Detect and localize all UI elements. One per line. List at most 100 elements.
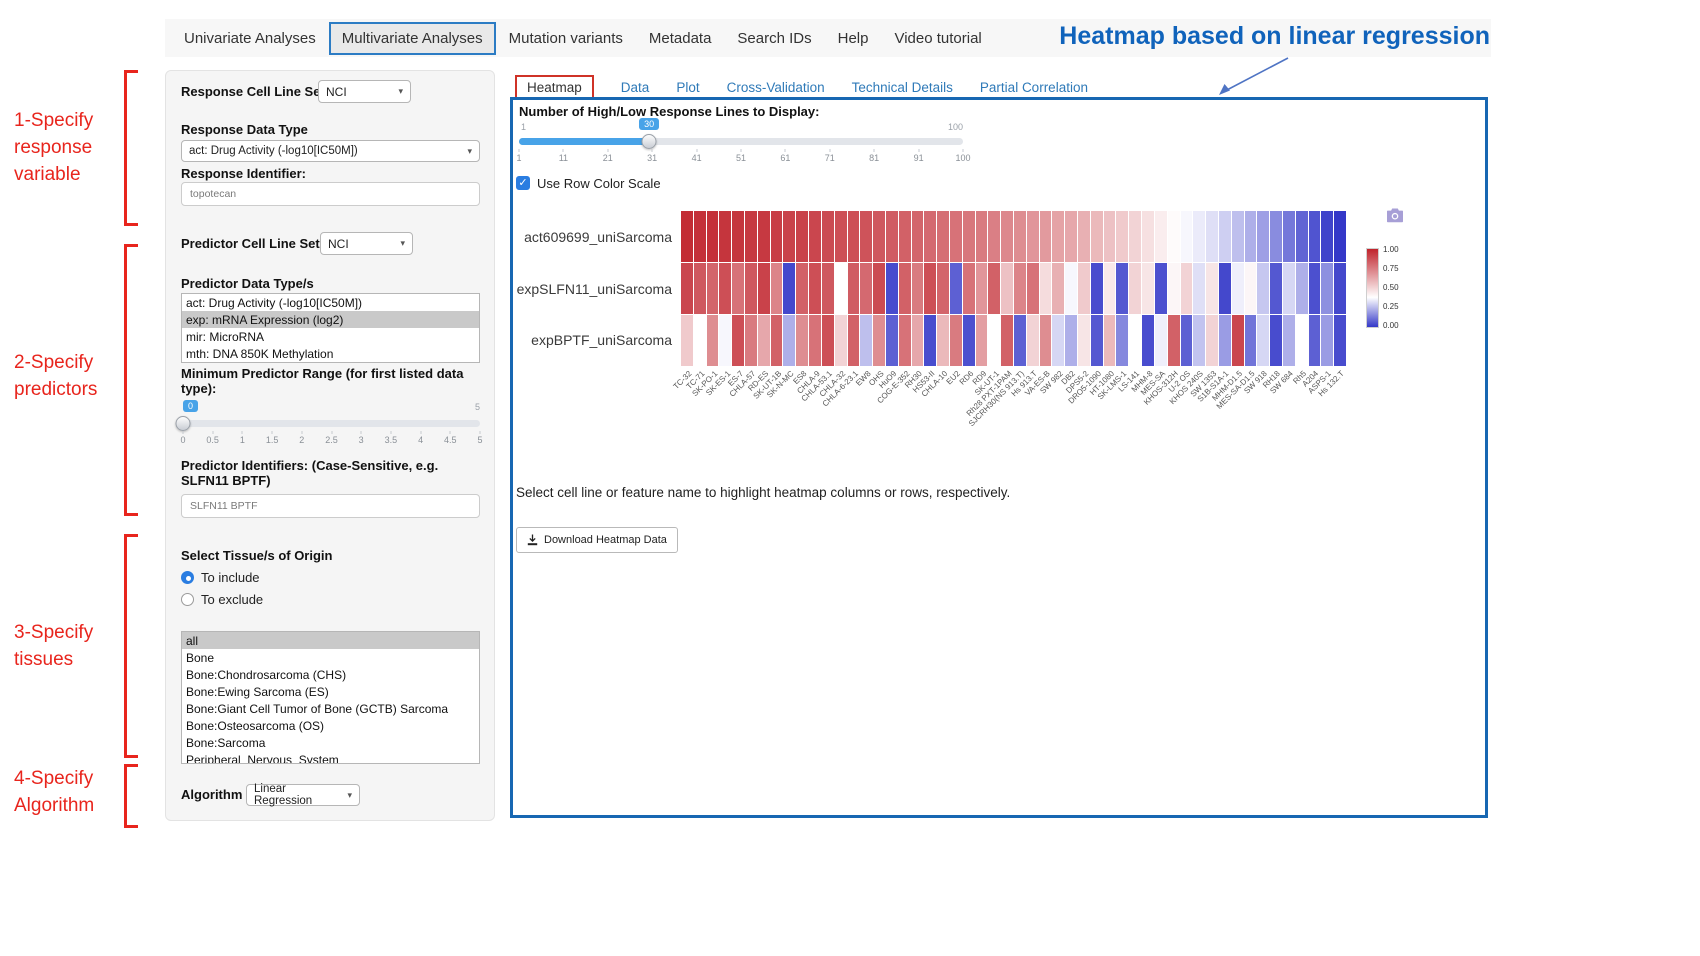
heatmap-cell	[1181, 315, 1193, 366]
heatmap-cell	[783, 211, 795, 262]
slider-tick-label: 21	[603, 153, 613, 163]
predictor-identifiers-label: Predictor Identifiers: (Case-Sensitive, …	[181, 458, 481, 488]
predictor-identifiers-input[interactable]	[181, 494, 480, 518]
listbox-option[interactable]: Bone:Osteosarcoma (OS)	[182, 717, 479, 734]
heatmap-cell	[1193, 211, 1205, 262]
heatmap-cell	[873, 315, 885, 366]
nav-item[interactable]: Mutation variants	[496, 21, 636, 56]
heatmap-cell	[950, 211, 962, 262]
heatmap-cell	[1309, 263, 1321, 314]
tab-technical-details[interactable]: Technical Details	[852, 80, 953, 95]
annotation-bracket-1	[124, 70, 138, 226]
heatmap-cell	[1091, 263, 1103, 314]
camera-icon[interactable]	[1386, 208, 1404, 223]
slider-tick-label: 1.5	[266, 435, 279, 445]
heatmap-cell	[1116, 315, 1128, 366]
heatmap-cell	[1040, 263, 1052, 314]
heatmap-cell	[694, 211, 706, 262]
listbox-option[interactable]: Bone:Sarcoma	[182, 734, 479, 751]
predictor-data-type-listbox[interactable]: act: Drug Activity (-log10[IC50M])exp: m…	[181, 293, 480, 363]
slider-tick-label: 81	[869, 153, 879, 163]
nav-item[interactable]: Univariate Analyses	[171, 21, 329, 56]
min-predictor-range-label: Minimum Predictor Range (for first liste…	[181, 366, 481, 396]
algorithm-select[interactable]: Linear Regression ▾	[246, 784, 360, 806]
heatmap-row-label[interactable]: expSLFN11_uniSarcoma	[517, 281, 672, 297]
slider-tick-mark	[331, 431, 332, 434]
heatmap-cell	[860, 211, 872, 262]
tab-plot[interactable]: Plot	[676, 80, 699, 95]
tissue-listbox[interactable]: allBoneBone:Chondrosarcoma (CHS)Bone:Ewi…	[181, 631, 480, 764]
heatmap-cell	[758, 315, 770, 366]
annotation-bracket-2	[124, 244, 138, 516]
heatmap-cell	[1257, 211, 1269, 262]
heatmap-cell	[1270, 263, 1282, 314]
nav-item[interactable]: Video tutorial	[881, 21, 994, 56]
heatmap-cell	[937, 315, 949, 366]
tab-partial-correlation[interactable]: Partial Correlation	[980, 80, 1088, 95]
colorbar-tick: 0.00	[1383, 321, 1399, 330]
heatmap-col-labels: TC-32TC-71SK-PO-1SK-ES-1ES-7CHLA-57RD-ES…	[681, 369, 1346, 469]
heatmap-cell	[835, 315, 847, 366]
slider-handle[interactable]	[176, 416, 191, 431]
annotation-step-3: 3-Specify tissues	[14, 620, 93, 674]
listbox-option[interactable]: mir: MicroRNA	[182, 328, 479, 345]
nav-item[interactable]: Metadata	[636, 21, 725, 56]
listbox-option[interactable]: Bone	[182, 649, 479, 666]
heatmap-cell	[1283, 211, 1295, 262]
heatmap-row-label[interactable]: expBPTF_uniSarcoma	[531, 332, 672, 348]
heatmap-cell	[950, 263, 962, 314]
slider-tick-mark	[607, 149, 608, 152]
chevron-down-icon: ▾	[400, 238, 405, 249]
heatmap-cell	[1321, 315, 1333, 366]
nav-item[interactable]: Search IDs	[724, 21, 824, 56]
tab-data[interactable]: Data	[621, 80, 650, 95]
heatmap-cell	[719, 263, 731, 314]
annotation-step-2: 2-Specify predictors	[14, 350, 97, 404]
heatmap-cell	[1219, 211, 1231, 262]
nav-item[interactable]: Help	[825, 21, 882, 56]
predictor-cell-line-set-select[interactable]: NCI ▾	[320, 232, 413, 255]
listbox-option[interactable]: act: Drug Activity (-log10[IC50M])	[182, 294, 479, 311]
heatmap-row-label[interactable]: act609699_uniSarcoma	[524, 229, 672, 245]
listbox-option[interactable]: Peripheral_Nervous_System	[182, 751, 479, 764]
heatmap-cell	[1104, 263, 1116, 314]
response-identifier-input[interactable]	[181, 182, 480, 206]
slider-tick-mark	[741, 149, 742, 152]
response-data-type-select[interactable]: act: Drug Activity (-log10[IC50M]) ▾	[181, 140, 480, 162]
listbox-option[interactable]: Bone:Chondrosarcoma (CHS)	[182, 666, 479, 683]
listbox-option[interactable]: Bone:Ewing Sarcoma (ES)	[182, 683, 479, 700]
heatmap-cell	[796, 211, 808, 262]
slider-handle[interactable]	[642, 134, 657, 149]
slider-track[interactable]	[183, 420, 480, 427]
heatmap-cell	[1155, 211, 1167, 262]
tissue-exclude-radio[interactable]: To exclude	[181, 592, 263, 607]
response-data-type-label: Response Data Type	[181, 122, 308, 137]
response-cell-line-set-select[interactable]: NCI ▾	[318, 80, 411, 103]
use-row-color-scale-checkbox[interactable]	[516, 176, 530, 190]
min-predictor-range-slider[interactable]: 0 5 00.511.522.533.544.55	[183, 400, 480, 444]
slider-value-badge: 0	[183, 400, 198, 412]
heatmap-cell	[1168, 315, 1180, 366]
listbox-option[interactable]: Bone:Giant Cell Tumor of Bone (GCTB) Sar…	[182, 700, 479, 717]
heatmap-cell	[976, 211, 988, 262]
heatmap-cell	[796, 315, 808, 366]
heatmap-cell	[1245, 263, 1257, 314]
tab-cross-validation[interactable]: Cross-Validation	[727, 80, 825, 95]
response-lines-slider[interactable]: 1 100 30 1112131415161718191100	[519, 118, 963, 164]
nav-item[interactable]: Multivariate Analyses	[329, 22, 496, 55]
heatmap-cell	[1142, 263, 1154, 314]
colorbar-tick: 1.00	[1383, 245, 1399, 254]
slider-tick-label: 1	[240, 435, 245, 445]
slider-tick-label: 2.5	[325, 435, 338, 445]
heatmap-cell	[963, 211, 975, 262]
listbox-option[interactable]: all	[182, 632, 479, 649]
listbox-option[interactable]: exp: mRNA Expression (log2)	[182, 311, 479, 328]
use-row-color-scale-label: Use Row Color Scale	[537, 176, 661, 191]
download-heatmap-button[interactable]: Download Heatmap Data	[516, 527, 678, 553]
tissue-include-radio[interactable]: To include	[181, 570, 260, 585]
slider-tick-mark	[450, 431, 451, 434]
listbox-option[interactable]: mth: DNA 850K Methylation	[182, 345, 479, 362]
heatmap-cell	[1001, 211, 1013, 262]
heatmap-cell	[899, 263, 911, 314]
page: Univariate AnalysesMultivariate Analyses…	[0, 0, 1700, 956]
